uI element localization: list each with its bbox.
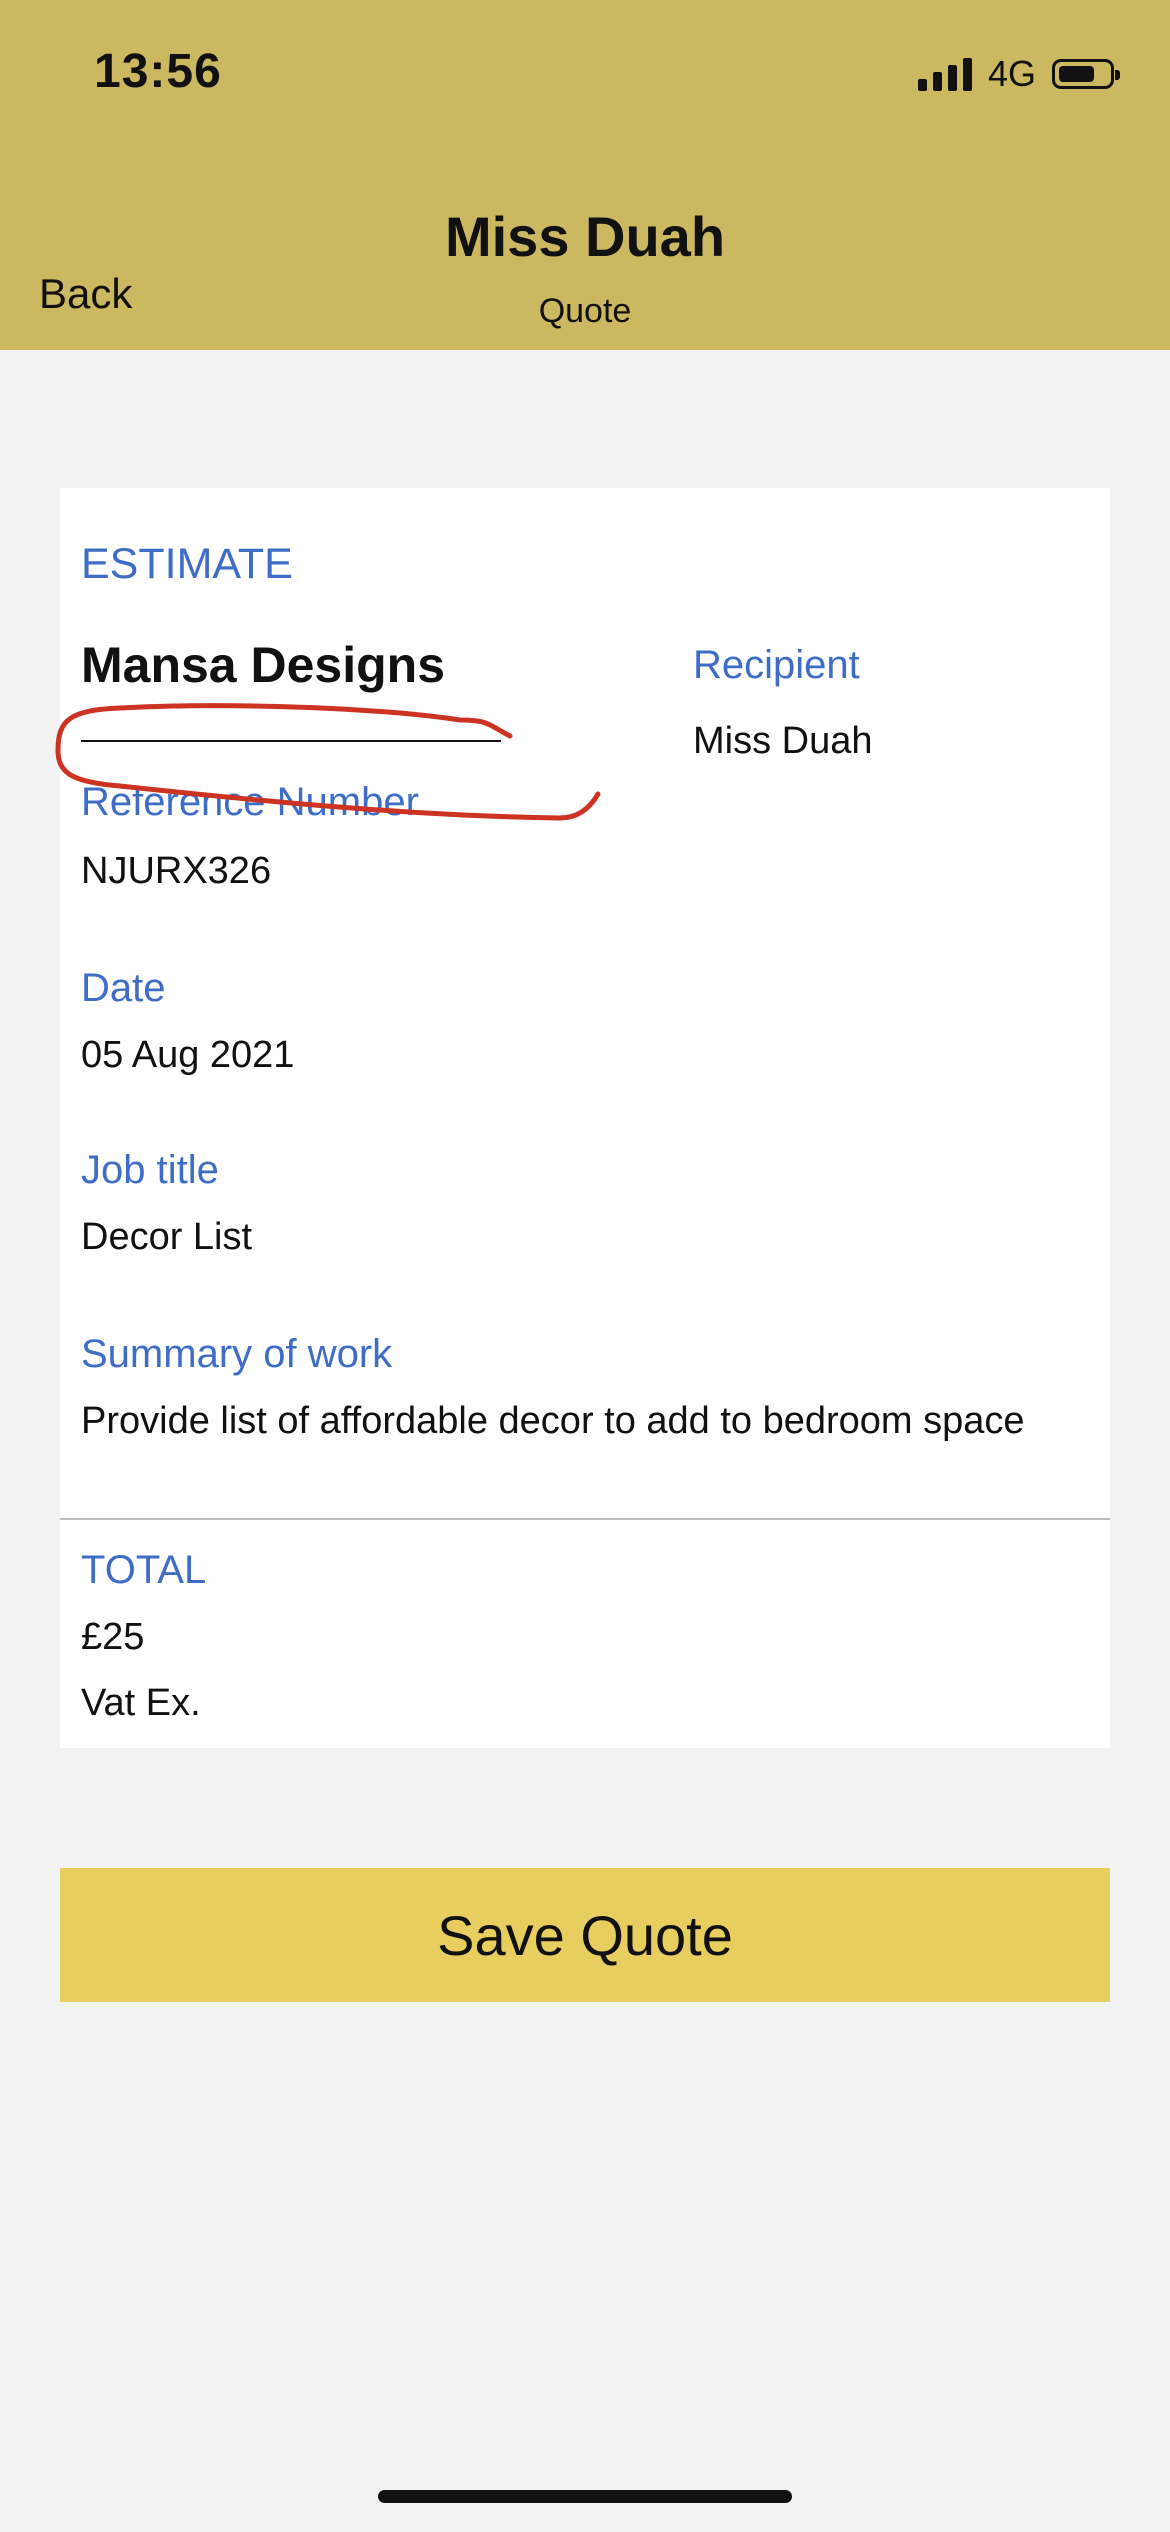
page-title: Miss Duah <box>444 205 726 268</box>
signature-line <box>81 740 501 742</box>
estimate-card: ESTIMATE Mansa Designs Recipient Miss Du… <box>60 488 1110 1748</box>
total-label: TOTAL <box>81 1548 207 1592</box>
job-title-value: Decor List <box>81 1216 253 1258</box>
signal-icon <box>917 57 972 91</box>
total-value: £25 <box>81 1616 145 1658</box>
vat-note: Vat Ex. <box>81 1682 201 1724</box>
summary-label: Summary of work <box>81 1332 393 1376</box>
reference-number-label: Reference Number <box>81 780 419 824</box>
company-name: Mansa Designs <box>81 637 446 693</box>
date-value: 05 Aug 2021 <box>81 1034 295 1076</box>
save-quote-button[interactable]: Save Quote <box>60 1868 1110 2002</box>
summary-value: Provide list of affordable decor to add … <box>81 1400 1025 1442</box>
reference-number-value: NJURX326 <box>81 850 272 892</box>
date-label: Date <box>81 966 166 1010</box>
battery-level <box>1059 66 1094 82</box>
battery-cap <box>1115 70 1120 80</box>
divider <box>60 1518 1110 1520</box>
job-title-label: Job title <box>81 1148 219 1192</box>
recipient-value: Miss Duah <box>693 720 873 762</box>
recipient-label: Recipient <box>693 643 860 687</box>
status-time: 13:56 <box>94 45 222 98</box>
battery-icon <box>1052 59 1120 89</box>
navigation-header: 13:56 4G Back Miss Duah Quote <box>0 0 1170 350</box>
network-type: 4G <box>987 53 1036 94</box>
home-indicator[interactable] <box>378 2490 792 2503</box>
status-indicators: 4G <box>917 52 1120 96</box>
estimate-heading: ESTIMATE <box>81 540 293 588</box>
page-subtitle: Quote <box>538 292 632 330</box>
